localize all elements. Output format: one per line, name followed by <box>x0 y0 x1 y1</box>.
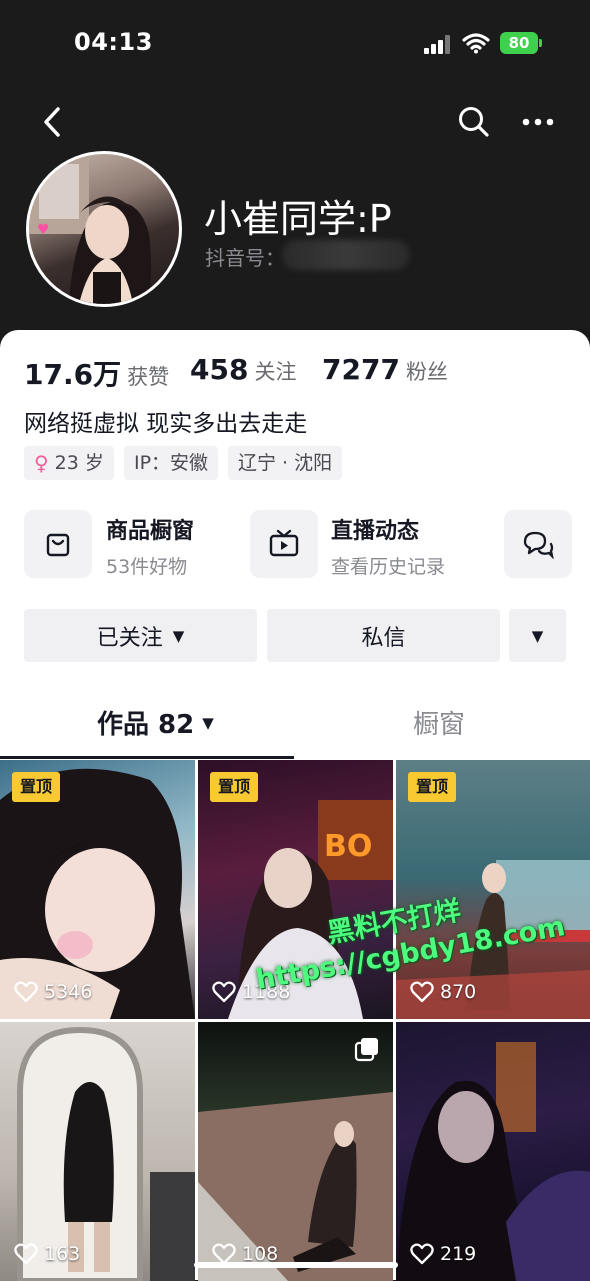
stat-followers-value: 7277 <box>322 353 400 386</box>
more-options-icon[interactable] <box>520 110 556 134</box>
heart-icon <box>410 981 434 1003</box>
caret-down-icon: ▼ <box>172 626 185 645</box>
live-history-subtitle: 查看历史记录 <box>331 556 446 578</box>
stat-following-value: 458 <box>190 353 249 386</box>
location-tag: 辽宁 · 沈阳 <box>228 446 343 480</box>
back-arrow-icon[interactable] <box>38 104 68 140</box>
svg-text:♥: ♥ <box>37 222 50 238</box>
followed-button[interactable]: 已关注 ▼ <box>24 609 257 662</box>
search-icon[interactable] <box>456 104 492 140</box>
tv-icon <box>269 529 299 557</box>
age-tag-label: 23 岁 <box>54 452 104 474</box>
live-history-entry[interactable] <box>250 510 318 578</box>
stat-likes-label: 获赞 <box>127 365 170 389</box>
tab-showcase[interactable]: 橱窗 <box>413 704 465 741</box>
profile-bio: 网络挺虚拟 现实多出去走走 <box>24 411 308 437</box>
message-button[interactable]: 私信 <box>267 609 500 662</box>
status-time: 04:13 <box>74 28 153 56</box>
video-likes-count: 5346 <box>44 981 93 1003</box>
more-actions-button[interactable]: ▼ <box>509 609 566 662</box>
signal-icon <box>424 34 452 54</box>
video-likes-count: 870 <box>440 981 477 1003</box>
video-likes: 5346 <box>14 981 92 1003</box>
shop-window-subtitle: 53件好物 <box>106 556 188 578</box>
multi-image-icon <box>354 1038 378 1062</box>
pinned-badge: 置顶 <box>12 772 60 802</box>
heart-icon <box>212 981 236 1003</box>
video-likes-count: 219 <box>440 1243 477 1265</box>
caret-down-icon: ▼ <box>531 626 544 645</box>
followed-button-label: 已关注 <box>96 625 163 651</box>
douyin-id-blurred <box>282 240 410 270</box>
wifi-icon <box>462 33 490 54</box>
video-thumbnail[interactable]: 置顶 870 <box>396 760 590 1019</box>
message-button-label: 私信 <box>361 625 406 651</box>
video-likes: 870 <box>410 981 476 1003</box>
tab-works[interactable]: 作品 82 ▼ <box>97 704 214 741</box>
video-thumbnail[interactable]: 163 <box>0 1022 195 1281</box>
shop-window-entry[interactable] <box>24 510 92 578</box>
stat-followers[interactable]: 7277 粉丝 <box>322 353 448 386</box>
video-thumbnail[interactable]: 108 <box>198 1022 393 1281</box>
caret-down-icon: ▼ <box>202 713 214 732</box>
stat-likes-value: 17.6万 <box>24 358 122 391</box>
stat-likes[interactable]: 17.6万 获赞 <box>24 353 169 393</box>
heart-icon <box>14 981 38 1003</box>
chat-bubbles-icon <box>523 531 554 559</box>
entry-title-clipped <box>584 513 590 533</box>
group-chat-entry[interactable] <box>504 510 572 578</box>
home-indicator[interactable] <box>194 1262 398 1268</box>
stat-following[interactable]: 458 关注 <box>190 353 296 386</box>
avatar-photo: ♥ <box>29 154 152 304</box>
tab-works-label: 作品 82 <box>97 710 195 740</box>
heart-icon <box>14 1243 38 1265</box>
stat-followers-label: 粉丝 <box>405 360 448 384</box>
profile-nickname: 小崔同学:P <box>204 197 392 241</box>
shop-window-title[interactable]: 商品橱窗 <box>106 513 194 545</box>
live-history-title[interactable]: 直播动态 <box>331 513 419 545</box>
battery-indicator: 80 <box>500 32 538 54</box>
female-icon: ♀ <box>34 451 49 475</box>
ip-tag: IP：安徽 <box>124 446 219 480</box>
pinned-badge: 置顶 <box>408 772 456 802</box>
video-likes: 219 <box>410 1243 476 1265</box>
stat-following-label: 关注 <box>254 360 297 384</box>
avatar[interactable]: ♥ <box>26 151 182 307</box>
svg-text:BO: BO <box>324 829 372 864</box>
pinned-badge: 置顶 <box>210 772 258 802</box>
video-thumbnail[interactable]: 219 <box>396 1022 590 1281</box>
video-likes-count: 163 <box>44 1243 81 1265</box>
video-likes: 163 <box>14 1243 80 1265</box>
douyin-id-label: 抖音号： <box>205 246 285 270</box>
active-tab-indicator <box>0 756 294 759</box>
heart-icon <box>410 1243 434 1265</box>
battery-tip <box>539 39 542 47</box>
age-tag: ♀ 23 岁 <box>24 446 114 480</box>
shopping-bag-icon <box>46 533 70 557</box>
video-thumbnail[interactable]: 置顶 5346 <box>0 760 195 1019</box>
